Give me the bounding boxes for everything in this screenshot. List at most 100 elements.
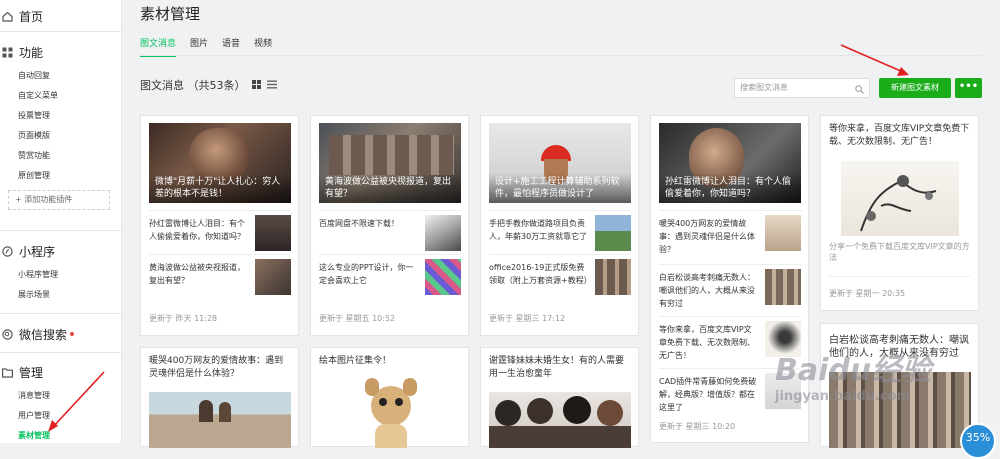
- sub-article-title: 百度网盘不限速下载！: [319, 219, 399, 228]
- home-icon: [2, 11, 13, 22]
- sub-article-thumbnail: [255, 259, 291, 295]
- update-time: 更新于 星期三 17:12: [489, 314, 566, 323]
- news-card[interactable]: 绘本图片征集令！: [310, 347, 469, 448]
- sidebar-features-label: 功能: [19, 45, 44, 60]
- sidebar-item-original[interactable]: 原创管理: [0, 166, 121, 186]
- tab-video[interactable]: 视频: [254, 36, 272, 57]
- sub-article[interactable]: 这么专业的PPT设计，你一定会喜欢上它: [319, 254, 461, 298]
- sub-article-title: 白岩松谈高考刺痛无数人：嘲讽他们的人，大概从来没有穷过: [659, 273, 755, 308]
- sub-article-title: 孙红雷微博让人泪目：有个人偷偷爱着你，你知道吗？: [149, 219, 245, 241]
- sub-article[interactable]: 手把手教你做道路项目负责人，年薪30万工资就靠它了: [489, 210, 631, 254]
- sub-article-thumbnail: [765, 321, 801, 357]
- card-description: 分享一个免费下载百度文库VIP文章的方法: [829, 242, 970, 262]
- sidebar-section-wxsearch[interactable]: 微信搜索: [0, 324, 121, 344]
- plus-icon: +: [15, 195, 25, 204]
- tab-news[interactable]: 图文消息: [140, 36, 177, 57]
- sub-article-thumbnail: [595, 259, 631, 295]
- count-row: 图文消息 （共53条）: [140, 77, 277, 93]
- card-cover-image: [829, 372, 971, 448]
- cover-caption: 设计+施工工程计算辅助系列软件，最怕程序员做设计了: [489, 173, 631, 203]
- sub-article-thumbnail: [765, 373, 801, 409]
- sidebar-item-auto-reply[interactable]: 自动回复: [0, 66, 121, 86]
- sub-article-thumbnail: [765, 215, 801, 251]
- card-title: 暖哭400万网友的爱情故事：遇到灵魂伴侣是什么体验？: [149, 356, 284, 379]
- news-card[interactable]: 暖哭400万网友的爱情故事：遇到灵魂伴侣是什么体验？: [140, 347, 299, 448]
- sub-article-title: office2016-19正式版免费领取（附上万套资源+教程）: [489, 263, 592, 285]
- add-plugin-label: 添加功能插件: [24, 195, 73, 204]
- sub-article-title: 等你来拿，百度文库VIP文章免费下载、无次数限制、无广告！: [659, 325, 755, 360]
- sidebar-item-vote[interactable]: 投票管理: [0, 106, 121, 126]
- cover-caption: 微博"月薪十万"让人扎心：穷人差的根本不是钱！: [149, 173, 291, 203]
- news-card[interactable]: 微博"月薪十万"让人扎心：穷人差的根本不是钱！ 孙红雷微博让人泪目：有个人偷偷爱…: [140, 115, 299, 336]
- sub-article[interactable]: CAD插件常青藤如何免费破解，经典版？增值版？都在这里了: [659, 368, 801, 412]
- search-icon[interactable]: [855, 83, 864, 94]
- sidebar: 首页 功能 自动回复 自定义菜单 投票管理 页面模版 赞赏功能 原创管理 + 添…: [0, 0, 122, 443]
- sub-article-thumbnail: [425, 215, 461, 251]
- news-card[interactable]: 黄海波做公益被央视报道，复出有望？ 百度网盘不限速下载！ 这么专业的PPT设计，…: [310, 115, 469, 336]
- sub-article[interactable]: 百度网盘不限速下载！: [319, 210, 461, 254]
- update-time: 更新于 星期三 10:20: [659, 422, 736, 431]
- sidebar-home[interactable]: 首页: [0, 6, 121, 26]
- sidebar-item-reward[interactable]: 赞赏功能: [0, 146, 121, 166]
- sidebar-item-page-template[interactable]: 页面模版: [0, 126, 121, 146]
- cover-caption: 黄海波做公益被央视报道，复出有望？: [319, 173, 461, 203]
- news-count: 图文消息 （共53条）: [140, 79, 246, 92]
- sub-article[interactable]: 白岩松谈高考刺痛无数人：嘲讽他们的人，大概从来没有穷过: [659, 264, 801, 308]
- card-cover[interactable]: 孙红雷微博让人泪目：有个人偷偷爱着你，你知道吗？: [659, 123, 801, 203]
- more-button[interactable]: •••: [955, 78, 982, 98]
- main-content: 素材管理 图文消息 图片 语音 视频 图文消息 （共53条） 搜索图文消息 新建…: [122, 0, 1000, 448]
- sidebar-item-custom-menu[interactable]: 自定义菜单: [0, 86, 121, 106]
- sub-article-thumbnail: [765, 269, 801, 305]
- card-title: 白岩松谈高考刺痛无数人：嘲讽他们的人，大概从来没有穷过: [829, 335, 969, 359]
- sidebar-section-features[interactable]: 功能: [0, 42, 121, 62]
- cover-photo: [329, 135, 454, 175]
- cover-caption: 孙红雷微博让人泪目：有个人偷偷爱着你，你知道吗？: [659, 173, 801, 203]
- card-cover[interactable]: 设计+施工工程计算辅助系列软件，最怕程序员做设计了: [489, 123, 631, 203]
- card-title: 谢霆锋妹妹未婚生女！有的人需要用一生治愈童年: [489, 356, 625, 379]
- sub-article-title: 黄海波做公益被央视报道，复出有望？: [149, 263, 245, 285]
- news-card[interactable]: 白岩松谈高考刺痛无数人：嘲讽他们的人，大概从来没有穷过: [820, 323, 979, 448]
- card-cover[interactable]: 黄海波做公益被央视报道，复出有望？: [319, 123, 461, 203]
- update-time: 更新于 星期五 10:52: [319, 314, 396, 323]
- card-cover-image: [149, 392, 291, 448]
- grid-icon: [2, 47, 13, 58]
- card-cover-image: [841, 161, 959, 236]
- news-card[interactable]: 孙红雷微博让人泪目：有个人偷偷爱着你，你知道吗？ 暖哭400万网友的爱情故事：遇…: [650, 115, 809, 443]
- update-time: 更新于 星期一 20:35: [829, 289, 906, 298]
- card-cover[interactable]: 微博"月薪十万"让人扎心：穷人差的根本不是钱！: [149, 123, 291, 203]
- sub-article-thumbnail: [255, 215, 291, 251]
- sub-article[interactable]: office2016-19正式版免费领取（附上万套资源+教程）: [489, 254, 631, 298]
- news-card[interactable]: 等你来拿，百度文库VIP文章免费下载、无次数限制、无广告！ 分享一个免费下载百度…: [820, 115, 979, 311]
- sidebar-item-display-scene[interactable]: 展示场景: [0, 285, 121, 305]
- sub-article-title: 手把手教你做道路项目负责人，年薪30万工资就靠它了: [489, 219, 588, 241]
- card-title: 绘本图片征集令！: [319, 356, 392, 366]
- sidebar-item-miniprogram-manage[interactable]: 小程序管理: [0, 265, 121, 285]
- news-card[interactable]: 设计+施工工程计算辅助系列软件，最怕程序员做设计了 手把手教你做道路项目负责人，…: [480, 115, 639, 336]
- news-card[interactable]: 谢霆锋妹妹未婚生女！有的人需要用一生治愈童年: [480, 347, 639, 448]
- sidebar-wxsearch-label: 微信搜索: [19, 327, 68, 342]
- tab-images[interactable]: 图片: [190, 36, 208, 57]
- search-circle-icon: [2, 328, 13, 340]
- sub-article-title: 暖哭400万网友的爱情故事：遇到灵魂伴侣是什么体验？: [659, 219, 755, 254]
- update-time: 更新于 昨天 11:28: [149, 314, 218, 323]
- sub-article-title: CAD插件常青藤如何免费破解，经典版？增值版？都在这里了: [659, 377, 757, 412]
- sidebar-home-label: 首页: [19, 9, 44, 24]
- page-title: 素材管理: [140, 5, 201, 23]
- sub-article[interactable]: 黄海波做公益被央视报道，复出有望？: [149, 254, 291, 298]
- grid-view-icon[interactable]: [251, 79, 261, 92]
- sub-article[interactable]: 等你来拿，百度文库VIP文章免费下载、无次数限制、无广告！: [659, 316, 801, 360]
- search-placeholder: 搜索图文消息: [740, 83, 788, 92]
- add-plugin-button[interactable]: + 添加功能插件: [8, 190, 110, 210]
- sub-article-title: 这么专业的PPT设计，你一定会喜欢上它: [319, 263, 414, 285]
- card-cover-image: [351, 378, 431, 448]
- sub-article[interactable]: 孙红雷微博让人泪目：有个人偷偷爱着你，你知道吗？: [149, 210, 291, 254]
- sub-article[interactable]: 暖哭400万网友的爱情故事：遇到灵魂伴侣是什么体验？: [659, 210, 801, 254]
- folder-icon: [2, 367, 13, 378]
- tab-voice[interactable]: 语音: [222, 36, 240, 57]
- list-view-icon[interactable]: [266, 79, 277, 92]
- annotation-arrow-top: [840, 44, 909, 76]
- card-title: 等你来拿，百度文库VIP文章免费下载、无次数限制、无广告！: [829, 124, 970, 147]
- progress-badge[interactable]: 35%: [960, 423, 996, 459]
- sidebar-section-miniprogram[interactable]: 小程序: [0, 241, 121, 261]
- card-cover-image: [489, 392, 631, 448]
